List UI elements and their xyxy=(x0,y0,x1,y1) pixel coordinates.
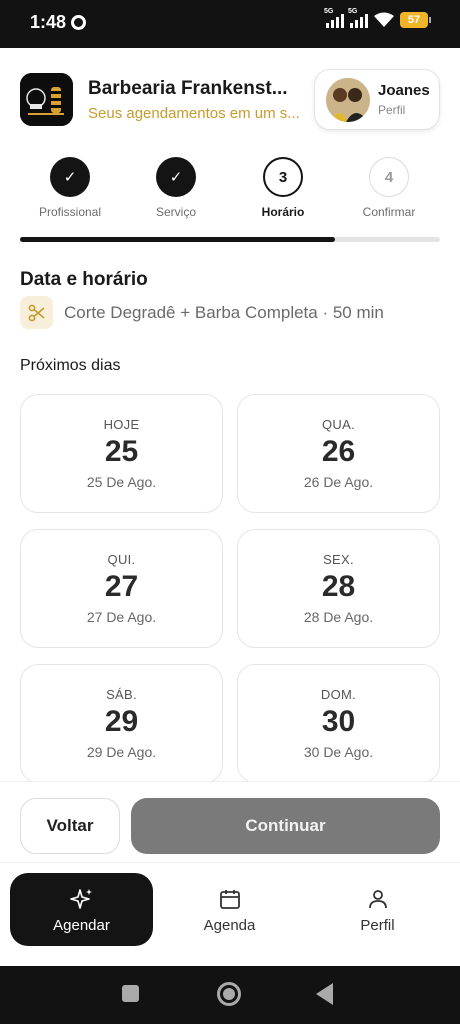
day-weekday: HOJE xyxy=(103,417,140,432)
day-card-28[interactable]: SEX. 28 28 De Ago. xyxy=(237,529,440,648)
nav-item-agendar[interactable]: Agendar xyxy=(10,873,153,946)
day-weekday: QUA. xyxy=(322,417,355,432)
barbershop-logo xyxy=(20,73,73,126)
wifi-icon xyxy=(374,12,394,27)
day-date: 28 De Ago. xyxy=(303,609,374,625)
service-summary-text: Corte Degradê + Barba Completa · 50 min xyxy=(64,302,384,322)
check-icon: ✓ xyxy=(156,157,196,197)
section-title: Data e horário xyxy=(20,269,148,290)
day-number: 29 xyxy=(104,705,139,738)
day-number: 28 xyxy=(321,570,356,603)
day-number: 25 xyxy=(104,435,139,468)
nav-item-agenda[interactable]: Agenda xyxy=(158,873,301,946)
day-date: 30 De Ago. xyxy=(303,744,374,760)
day-date: 27 De Ago. xyxy=(86,609,157,625)
day-date: 25 De Ago. xyxy=(86,474,157,490)
step-horario[interactable]: 3 Horário xyxy=(228,157,338,219)
shop-subtitle: Seus agendamentos em um s... xyxy=(88,105,300,122)
step-label: Serviço xyxy=(155,205,196,219)
calendar-icon xyxy=(219,890,240,909)
chrome-icon xyxy=(71,15,86,30)
day-number: 30 xyxy=(321,705,356,738)
check-icon: ✓ xyxy=(50,157,90,197)
day-weekday: QUI. xyxy=(107,552,136,567)
day-date: 29 De Ago. xyxy=(86,744,157,760)
signal-icon: 5G xyxy=(348,8,368,28)
day-number: 27 xyxy=(104,570,139,603)
step-label: Horário xyxy=(261,205,305,219)
day-date: 26 De Ago. xyxy=(303,474,374,490)
nav-item-perfil[interactable]: Perfil xyxy=(306,873,449,946)
day-weekday: DOM. xyxy=(320,687,357,702)
profile-name: Joanes xyxy=(378,82,430,99)
status-indicators: 5G 5G 57 xyxy=(324,8,431,28)
day-card-30[interactable]: DOM. 30 30 De Ago. xyxy=(237,664,440,783)
sparkle-icon xyxy=(69,889,92,909)
battery-icon: 57 xyxy=(400,12,431,28)
battery-level: 57 xyxy=(407,14,421,26)
nav-label: Perfil xyxy=(360,917,395,934)
day-card-29[interactable]: SÁB. 29 29 De Ago. xyxy=(20,664,223,783)
profile-chip[interactable]: Joanes Perfil xyxy=(314,69,440,130)
day-weekday: SEX. xyxy=(323,552,354,567)
app-header: Barbearia Frankenst... Seus agendamentos… xyxy=(0,48,460,148)
days-label: Próximos dias xyxy=(20,357,121,374)
back-button[interactable]: Voltar xyxy=(20,798,120,854)
user-icon xyxy=(368,890,387,909)
profile-label: Perfil xyxy=(378,103,406,117)
step-label: Profissional xyxy=(38,205,102,219)
network-type-label: 5G xyxy=(348,8,358,15)
status-time: 1:48 xyxy=(30,12,67,32)
day-card-25[interactable]: HOJE 25 25 De Ago. xyxy=(20,394,223,513)
avatar xyxy=(326,78,370,122)
back-triangle-icon[interactable] xyxy=(316,983,333,1005)
scissors-icon xyxy=(20,296,53,329)
action-bar: Voltar Continuar xyxy=(0,781,460,863)
bottom-nav: Agendar Agenda Perfil xyxy=(0,864,460,966)
day-weekday: SÁB. xyxy=(106,687,137,702)
service-summary: Corte Degradê + Barba Completa · 50 min xyxy=(20,296,384,329)
continue-button[interactable]: Continuar xyxy=(131,798,440,854)
recents-icon[interactable] xyxy=(122,985,139,1002)
status-bar: 1:48 5G 5G 57 xyxy=(0,0,460,48)
step-number: 3 xyxy=(263,157,303,197)
progress-bar xyxy=(20,237,440,242)
step-confirmar[interactable]: 4 Confirmar xyxy=(334,157,444,219)
home-icon[interactable] xyxy=(217,982,241,1006)
step-profissional[interactable]: ✓ Profissional xyxy=(15,157,125,219)
step-servico[interactable]: ✓ Serviço xyxy=(121,157,231,219)
nav-label: Agendar xyxy=(53,917,110,934)
nav-label: Agenda xyxy=(203,917,256,934)
shop-name: Barbearia Frankenst... xyxy=(88,78,288,99)
day-number: 26 xyxy=(321,435,356,468)
progress-fill xyxy=(20,237,335,242)
step-label: Confirmar xyxy=(362,205,416,219)
step-number: 4 xyxy=(369,157,409,197)
network-type-label: 5G xyxy=(324,8,334,15)
signal-icon: 5G xyxy=(324,8,344,28)
day-card-27[interactable]: QUI. 27 27 De Ago. xyxy=(20,529,223,648)
system-nav-bar xyxy=(0,966,460,1024)
day-card-26[interactable]: QUA. 26 26 De Ago. xyxy=(237,394,440,513)
